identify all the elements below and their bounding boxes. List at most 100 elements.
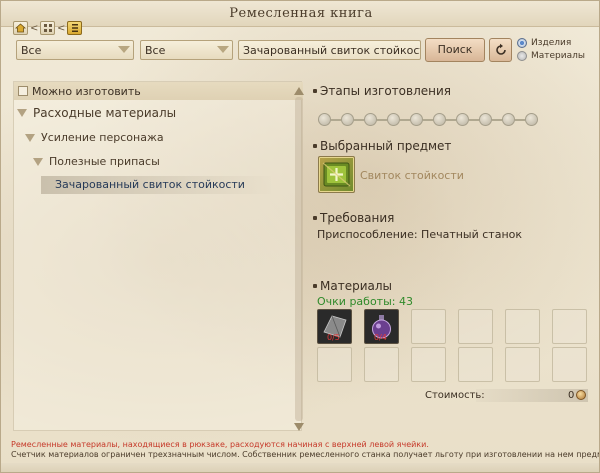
stage-dot [341, 113, 354, 126]
material-count: 0/5 [327, 333, 340, 342]
footer-warning: Ремесленные материалы, находящиеся в рюк… [11, 440, 429, 449]
empty-material-slot[interactable] [317, 347, 352, 382]
selected-item-section-title: Выбранный предмет [313, 139, 451, 153]
stage-dot [502, 113, 515, 126]
tree-category[interactable]: Расходные материалы [17, 106, 176, 120]
stage-dot [410, 113, 423, 126]
category-dropdown[interactable]: Все [16, 40, 134, 60]
subcategory-dropdown-value: Все [145, 44, 166, 57]
stages-section-title: Этапы изготовления [313, 84, 451, 98]
requirements-section-title: Требования [313, 211, 394, 225]
scroll-icon [322, 162, 351, 187]
grid-icon [43, 24, 52, 32]
empty-material-slot[interactable] [505, 309, 540, 344]
nav-separator: < [57, 22, 66, 34]
cost-value: 0 [568, 390, 575, 401]
stage-connector [469, 118, 479, 121]
scrollbar-track[interactable] [295, 97, 303, 421]
stage-dot [318, 113, 331, 126]
tree-subcategory-label: Усиление персонажа [41, 131, 164, 144]
coin-icon [576, 390, 586, 400]
work-points-label: Очки работы: 43 [317, 295, 413, 308]
craftable-filter[interactable]: Можно изготовить [14, 82, 303, 100]
expand-triangle-icon [17, 109, 27, 117]
tree-item-selected[interactable]: Зачарованный свиток стойкости [41, 176, 271, 194]
bullet-icon [313, 144, 317, 148]
stage-dot [525, 113, 538, 126]
bottom-strip [1, 463, 599, 472]
selected-title-label: Выбранный предмет [320, 139, 452, 153]
radio-products[interactable]: Изделия [517, 38, 571, 48]
radio-button-selected[interactable] [517, 38, 527, 48]
tree-subcategory[interactable]: Усиление персонажа [25, 131, 164, 144]
material-count: 0/4 [374, 333, 387, 342]
empty-material-slot[interactable] [411, 309, 446, 344]
search-input[interactable]: Зачарованный свиток стойкости [238, 40, 421, 60]
home-button[interactable] [13, 21, 28, 35]
window-title: Ремесленная книга [229, 6, 373, 21]
stage-dot [479, 113, 492, 126]
empty-material-slot[interactable] [411, 347, 446, 382]
requirements-title-label: Требования [320, 211, 395, 225]
cost-label: Стоимость: [425, 390, 485, 401]
list-icon [71, 24, 78, 32]
tree-category-label: Расходные материалы [33, 106, 177, 120]
nav-separator: < [30, 22, 39, 34]
stage-connector [423, 118, 433, 121]
search-button[interactable]: Поиск [425, 38, 485, 62]
scroll-up-arrow[interactable] [294, 87, 304, 95]
empty-material-slot[interactable] [552, 309, 587, 344]
empty-material-slot[interactable] [505, 347, 540, 382]
stage-dot [433, 113, 446, 126]
stage-connector [515, 118, 525, 121]
bullet-icon [313, 216, 317, 220]
radio-button[interactable] [517, 51, 527, 61]
materials-section-title: Материалы [313, 279, 392, 293]
tree-group-label: Полезные припасы [49, 155, 160, 168]
bullet-icon [313, 89, 317, 93]
category-dropdown-value: Все [21, 44, 42, 57]
stages-title-label: Этапы изготовления [320, 84, 452, 98]
materials-title-label: Материалы [320, 279, 392, 293]
title-bar: Ремесленная книга [1, 1, 599, 27]
radio-products-label: Изделия [531, 38, 572, 48]
material-slot[interactable]: 0/4 [364, 309, 399, 344]
nav-toolbar: < < [13, 21, 82, 35]
radio-materials[interactable]: Материалы [517, 51, 585, 61]
empty-material-slot[interactable] [458, 347, 493, 382]
subcategory-dropdown[interactable]: Все [140, 40, 233, 60]
selected-item-name: Свиток стойкости [360, 169, 464, 182]
home-icon [15, 23, 26, 33]
scroll-item-icon[interactable] [318, 156, 355, 193]
stage-connector [446, 118, 456, 121]
stage-connector [400, 118, 410, 121]
radio-materials-label: Материалы [531, 51, 585, 61]
stage-dot [387, 113, 400, 126]
material-slot[interactable]: 0/5 [317, 309, 352, 344]
empty-material-slot[interactable] [458, 309, 493, 344]
refresh-icon [495, 43, 506, 55]
crafting-stages [318, 113, 538, 126]
empty-material-slot[interactable] [364, 347, 399, 382]
craftable-filter-label: Можно изготовить [32, 84, 141, 98]
grid-view-button[interactable] [40, 21, 55, 35]
stage-dot [456, 113, 469, 126]
chevron-down-icon [217, 46, 229, 53]
refresh-button[interactable] [489, 38, 512, 62]
stage-connector [331, 118, 341, 121]
stage-connector [492, 118, 502, 121]
bullet-icon [313, 284, 317, 288]
tree-group[interactable]: Полезные припасы [33, 155, 160, 168]
stage-dot [364, 113, 377, 126]
crafting-book-window: Ремесленная книга < < Все Все Зачарованн… [0, 0, 600, 473]
craftable-checkbox[interactable] [18, 86, 28, 96]
footer-note: Счетчик материалов ограничен трехзначным… [11, 450, 600, 459]
empty-material-slot[interactable] [552, 347, 587, 382]
list-view-button[interactable] [67, 21, 82, 35]
requirement-text: Приспособление: Печатный станок [317, 228, 523, 241]
scroll-down-arrow[interactable] [294, 423, 304, 431]
chevron-down-icon [118, 46, 130, 53]
expand-triangle-icon [33, 157, 43, 166]
stage-connector [354, 118, 364, 121]
stage-connector [377, 118, 387, 121]
